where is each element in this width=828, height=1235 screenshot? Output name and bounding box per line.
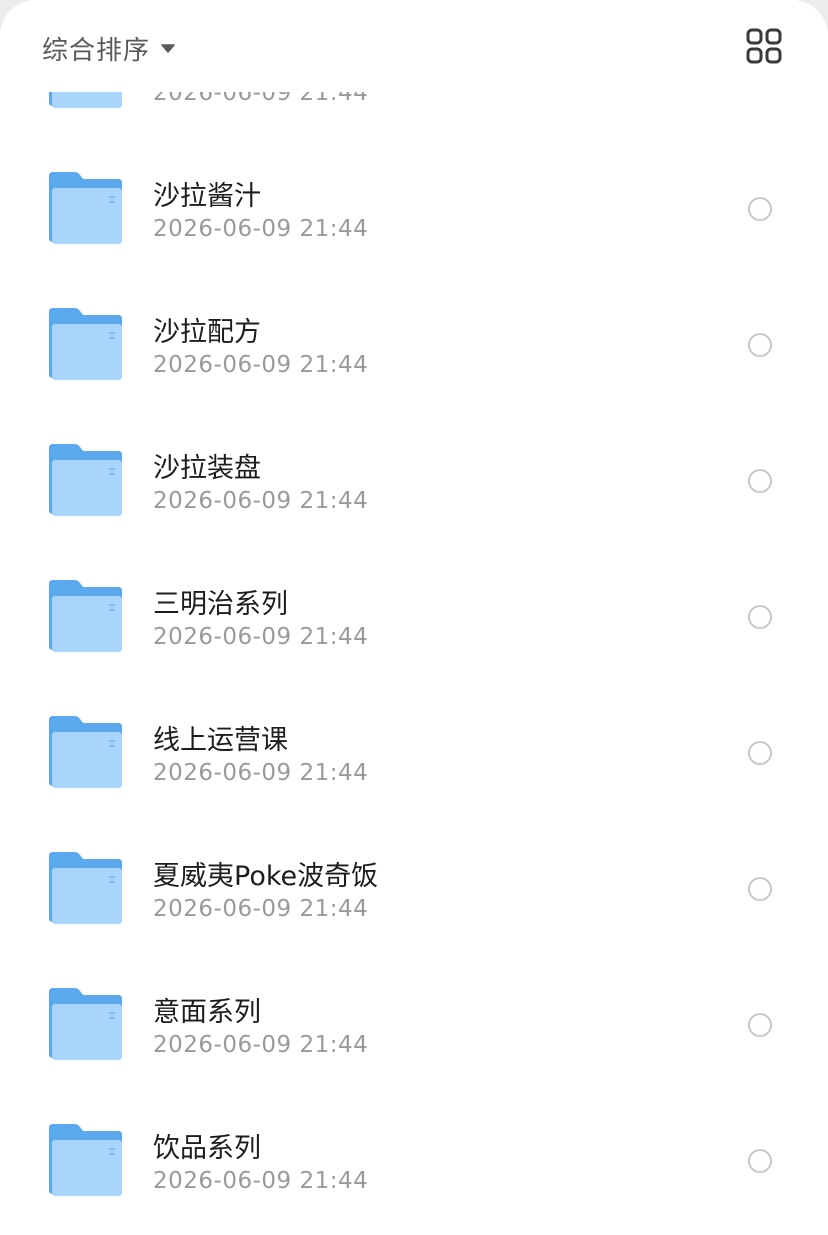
grid-view-button[interactable] [744,26,784,66]
folder-date: 2026-06-09 21:44 [153,488,369,514]
folder-date: 2026-06-09 21:44 [153,896,369,922]
list-header: 综合排序 [0,0,828,92]
folder-date: 2026-06-09 21:44 [153,1032,369,1058]
select-radio[interactable] [748,605,772,629]
caret-down-icon [160,40,176,56]
folder-name: 沙拉配方 [153,317,261,348]
folder-row[interactable]: 三明治系列 2026-06-09 21:44 [0,530,828,666]
grid-view-icon [744,26,784,66]
folder-date: 2026-06-09 21:44 [153,1168,369,1194]
sort-label: 综合排序 [42,35,151,66]
select-radio[interactable] [748,877,772,901]
sort-button[interactable]: 综合排序 [42,28,176,68]
folder-row[interactable]: 饮品系列 2026-06-09 21:44 [0,1074,828,1210]
select-radio[interactable] [748,1013,772,1037]
folder-name: 线上运营课 [153,725,288,756]
folder-icon [46,172,124,244]
file-list-sheet: 2026-06-09 21:44 沙拉酱汁 2026-06-09 21:44 沙… [0,0,828,1235]
folder-name: 夏威夷Poke波奇饭 [153,861,379,892]
folder-row[interactable]: 沙拉酱汁 2026-06-09 21:44 [0,122,828,258]
folder-icon [46,580,124,652]
select-radio[interactable] [748,1149,772,1173]
folder-icon [46,852,124,924]
folder-row[interactable]: 线上运营课 2026-06-09 21:44 [0,666,828,802]
folder-row[interactable]: 夏威夷Poke波奇饭 2026-06-09 21:44 [0,802,828,938]
select-radio[interactable] [748,469,772,493]
folder-name: 三明治系列 [153,589,288,620]
folder-row[interactable]: 意面系列 2026-06-09 21:44 [0,938,828,1074]
folder-date: 2026-06-09 21:44 [153,760,369,786]
folder-name: 沙拉酱汁 [153,181,261,212]
folder-icon [46,308,124,380]
folder-date: 2026-06-09 21:44 [153,216,369,242]
select-radio[interactable] [748,197,772,221]
folder-icon [46,988,124,1060]
folder-row[interactable]: 沙拉配方 2026-06-09 21:44 [0,258,828,394]
folder-row[interactable]: 沙拉装盘 2026-06-09 21:44 [0,394,828,530]
folder-icon [46,716,124,788]
folder-date: 2026-06-09 21:44 [153,624,369,650]
select-radio[interactable] [748,333,772,357]
folder-name: 意面系列 [153,997,261,1028]
folder-date: 2026-06-09 21:44 [153,352,369,378]
folder-icon [46,444,124,516]
folder-name: 沙拉装盘 [153,453,261,484]
folder-icon [46,1124,124,1196]
select-radio[interactable] [748,741,772,765]
folder-name: 饮品系列 [153,1133,261,1164]
